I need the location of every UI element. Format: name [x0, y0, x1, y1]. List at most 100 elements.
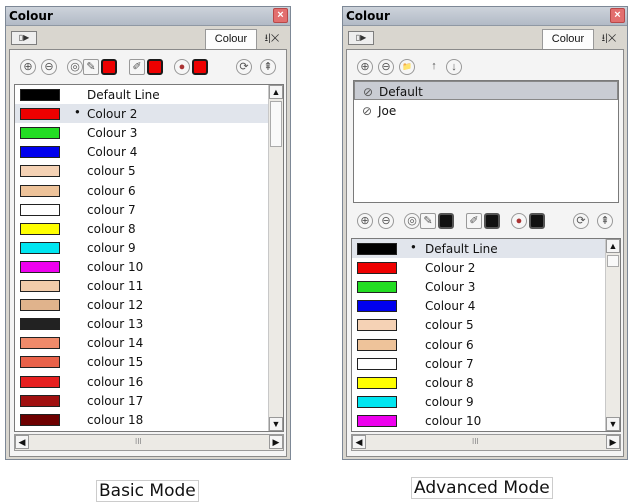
paint-icon[interactable]: ● [511, 213, 527, 229]
colour-name: colour 5 [87, 164, 136, 178]
advanced-tab-colour[interactable]: Colour [542, 29, 594, 49]
basic-vertical-scrollbar[interactable]: ▲ ▼ [268, 85, 283, 431]
colour-row[interactable]: colour 9 [352, 392, 620, 411]
colour-row[interactable]: Colour 4 [15, 142, 283, 161]
scroll-up-icon[interactable]: ▲ [269, 85, 283, 99]
advanced-horizontal-scrollbar[interactable]: ◀ III ▶ [351, 434, 621, 451]
advanced-menu-icon[interactable]: ▯▶ [348, 31, 374, 45]
colour-row[interactable]: colour 19 [15, 429, 283, 432]
remove-colour-icon[interactable]: ⊖ [41, 59, 57, 75]
advanced-vertical-scrollbar[interactable]: ▲ ▼ [605, 239, 620, 431]
colour-swatch [357, 415, 397, 427]
colour-row[interactable]: colour 7 [15, 200, 283, 219]
link-icon[interactable]: ⟳ [573, 213, 589, 229]
colour-swatch [20, 108, 60, 120]
add-palette-icon[interactable]: ⊕ [357, 59, 373, 75]
scroll-grip[interactable]: III [135, 437, 142, 446]
colour-row[interactable]: Colour 4 [352, 296, 620, 315]
colour-picker-icon[interactable]: ◎ [404, 213, 420, 229]
scroll-up-icon[interactable]: ▲ [606, 239, 620, 253]
colour-row[interactable]: colour 5 [352, 315, 620, 334]
colour-row[interactable]: colour 8 [352, 373, 620, 392]
scroll-grip[interactable]: III [472, 437, 479, 446]
colour-swatch [20, 337, 60, 349]
remove-palette-icon[interactable]: ⊖ [378, 59, 394, 75]
scroll-left-icon[interactable]: ◀ [352, 435, 366, 449]
basic-menu-icon[interactable]: ▯▶ [11, 31, 37, 45]
colour-swatch [357, 262, 397, 274]
basic-titlebar[interactable]: Colour × [6, 7, 290, 26]
colour-row[interactable]: Colour 3 [15, 123, 283, 142]
basic-horizontal-scrollbar[interactable]: ◀ III ▶ [14, 434, 284, 451]
merge-icon[interactable]: ⇞ [597, 213, 613, 229]
colour-row[interactable]: colour 12 [15, 295, 283, 314]
basic-tab-pin-close-icon[interactable]: ⭳|✕ [257, 31, 287, 45]
pencil-colour-swatch[interactable] [438, 213, 454, 229]
colour-row[interactable]: ●Default Line [352, 239, 620, 258]
colour-row[interactable]: colour 11 [15, 276, 283, 295]
scroll-right-icon[interactable]: ▶ [606, 435, 620, 449]
advanced-tab-pin-close-icon[interactable]: ⭳|✕ [594, 31, 624, 45]
advanced-titlebar[interactable]: Colour × [343, 7, 627, 26]
colour-row[interactable]: Default Line [15, 85, 283, 104]
advanced-colour-window: Colour × ▯▶ Colour ⭳|✕ ⊕ ⊖ 📁 ↑ ↓ ⊘Defaul… [342, 6, 628, 460]
scroll-right-icon[interactable]: ▶ [269, 435, 283, 449]
colour-row[interactable]: colour 13 [15, 314, 283, 333]
colour-row[interactable]: colour 18 [15, 410, 283, 429]
advanced-window-title: Colour [346, 9, 390, 23]
paint-colour-swatch[interactable] [192, 59, 208, 75]
brush-icon[interactable]: ✐ [129, 59, 145, 75]
link-icon[interactable]: ⟳ [236, 59, 252, 75]
pencil-colour-swatch[interactable] [101, 59, 117, 75]
colour-row[interactable]: colour 9 [15, 238, 283, 257]
colour-picker-icon[interactable]: ◎ [67, 59, 83, 75]
colour-row[interactable]: colour 8 [15, 219, 283, 238]
add-colour-icon[interactable]: ⊕ [357, 213, 373, 229]
colour-row[interactable]: colour 5 [15, 161, 283, 180]
colour-row[interactable]: ●Colour 2 [15, 104, 283, 123]
colour-row[interactable]: colour 15 [15, 352, 283, 371]
colour-name: colour 11 [87, 279, 143, 293]
basic-close-icon[interactable]: × [273, 8, 288, 23]
move-down-icon[interactable]: ↓ [446, 59, 462, 75]
paint-colour-swatch[interactable] [529, 213, 545, 229]
colour-row[interactable]: colour 16 [15, 372, 283, 391]
colour-name: Default Line [425, 242, 498, 256]
palette-row[interactable]: ⊘Joe [354, 101, 618, 120]
scroll-thumb[interactable] [270, 101, 282, 147]
pencil-icon[interactable]: ✎ [83, 59, 99, 75]
colour-row[interactable]: Colour 3 [352, 277, 620, 296]
brush-icon[interactable]: ✐ [466, 213, 482, 229]
pencil-icon[interactable]: ✎ [420, 213, 436, 229]
paint-icon[interactable]: ● [174, 59, 190, 75]
colour-row[interactable]: colour 14 [15, 333, 283, 352]
scroll-thumb[interactable] [607, 255, 619, 267]
colour-row[interactable]: colour 6 [15, 181, 283, 200]
brush-colour-swatch[interactable] [484, 213, 500, 229]
colour-row[interactable]: colour 17 [15, 391, 283, 410]
colour-row[interactable]: colour 7 [352, 354, 620, 373]
remove-colour-icon[interactable]: ⊖ [378, 213, 394, 229]
advanced-close-icon[interactable]: × [610, 8, 625, 23]
folder-icon[interactable]: 📁 [399, 59, 415, 75]
merge-icon[interactable]: ⇞ [260, 59, 276, 75]
brush-colour-swatch[interactable] [147, 59, 163, 75]
colour-row[interactable]: colour 6 [352, 335, 620, 354]
colour-name: colour 8 [87, 222, 136, 236]
move-up-icon[interactable]: ↑ [426, 59, 442, 75]
basic-colour-list: Default Line●Colour 2Colour 3 Colour 4 col… [14, 84, 284, 432]
colour-row[interactable]: Colour 2 [352, 258, 620, 277]
scroll-down-icon[interactable]: ▼ [606, 417, 620, 431]
colour-swatch [20, 223, 60, 235]
palette-row[interactable]: ⊘Default [354, 81, 618, 100]
add-colour-icon[interactable]: ⊕ [20, 59, 36, 75]
scroll-left-icon[interactable]: ◀ [15, 435, 29, 449]
colour-swatch [20, 356, 60, 368]
colour-swatch [357, 358, 397, 370]
colour-row[interactable]: colour 10 [15, 257, 283, 276]
scroll-down-icon[interactable]: ▼ [269, 417, 283, 431]
basic-tab-colour[interactable]: Colour [205, 29, 257, 49]
colour-row[interactable]: colour 10 [352, 411, 620, 430]
basic-colour-toolbar: ⊕ ⊖ ◎ ✎ ✐ ● ⟳ ⇞ [14, 56, 282, 78]
colour-name: Colour 4 [87, 145, 137, 159]
